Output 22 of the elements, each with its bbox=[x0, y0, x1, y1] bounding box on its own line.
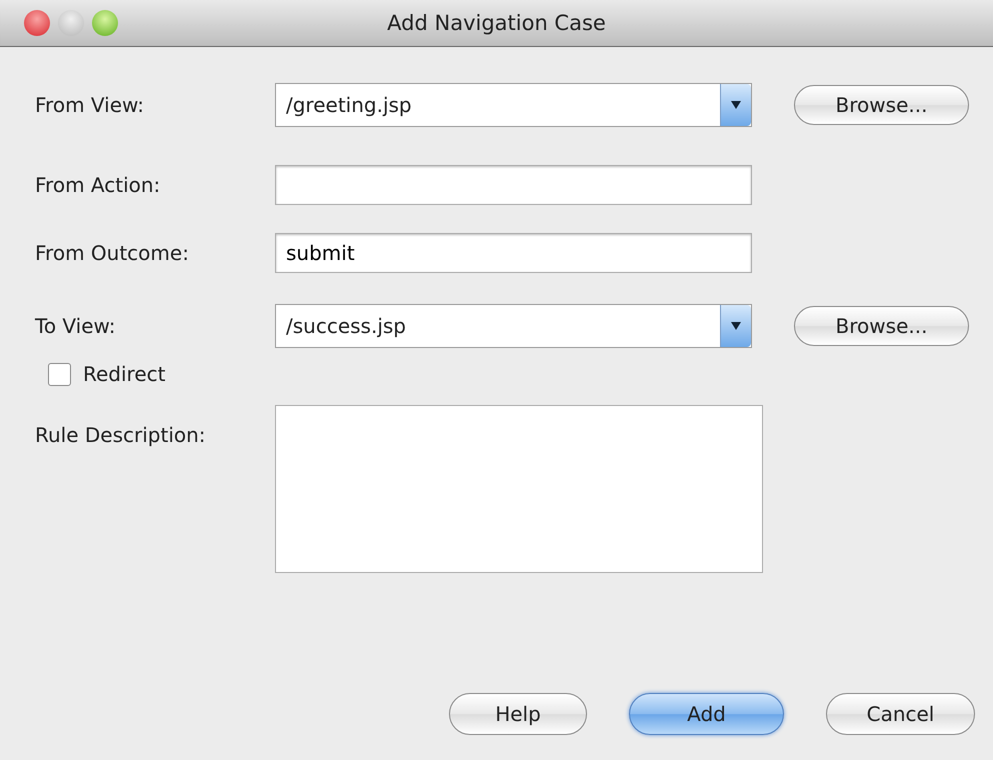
dialog-button[interactable]: Add bbox=[629, 693, 784, 735]
minimize-icon[interactable] bbox=[58, 10, 84, 36]
field-label: From Action: bbox=[35, 173, 162, 197]
close-icon[interactable] bbox=[24, 10, 50, 36]
zoom-icon[interactable] bbox=[92, 10, 118, 36]
field-label: From View: bbox=[35, 93, 146, 117]
dropdown-arrow-icon bbox=[731, 322, 741, 330]
combo-box[interactable]: /greeting.jsp bbox=[275, 83, 752, 127]
dropdown-arrow-icon bbox=[731, 101, 741, 109]
checkbox[interactable] bbox=[48, 362, 71, 386]
window-title: Add Navigation Case bbox=[387, 11, 606, 35]
field-label: To View: bbox=[35, 314, 117, 338]
text-field[interactable] bbox=[275, 165, 752, 205]
dialog-button[interactable]: Help bbox=[449, 693, 587, 735]
browse-button[interactable]: Browse... bbox=[794, 85, 969, 125]
checkbox-label: Redirect bbox=[83, 362, 166, 386]
browse-button[interactable]: Browse... bbox=[794, 306, 969, 346]
combo-box[interactable]: /success.jsp bbox=[275, 304, 752, 348]
dialog-button[interactable]: Cancel bbox=[826, 693, 975, 735]
field-label: From Outcome: bbox=[35, 241, 190, 265]
field-label: Rule Description: bbox=[35, 423, 207, 449]
text-field[interactable]: submit bbox=[275, 233, 752, 273]
